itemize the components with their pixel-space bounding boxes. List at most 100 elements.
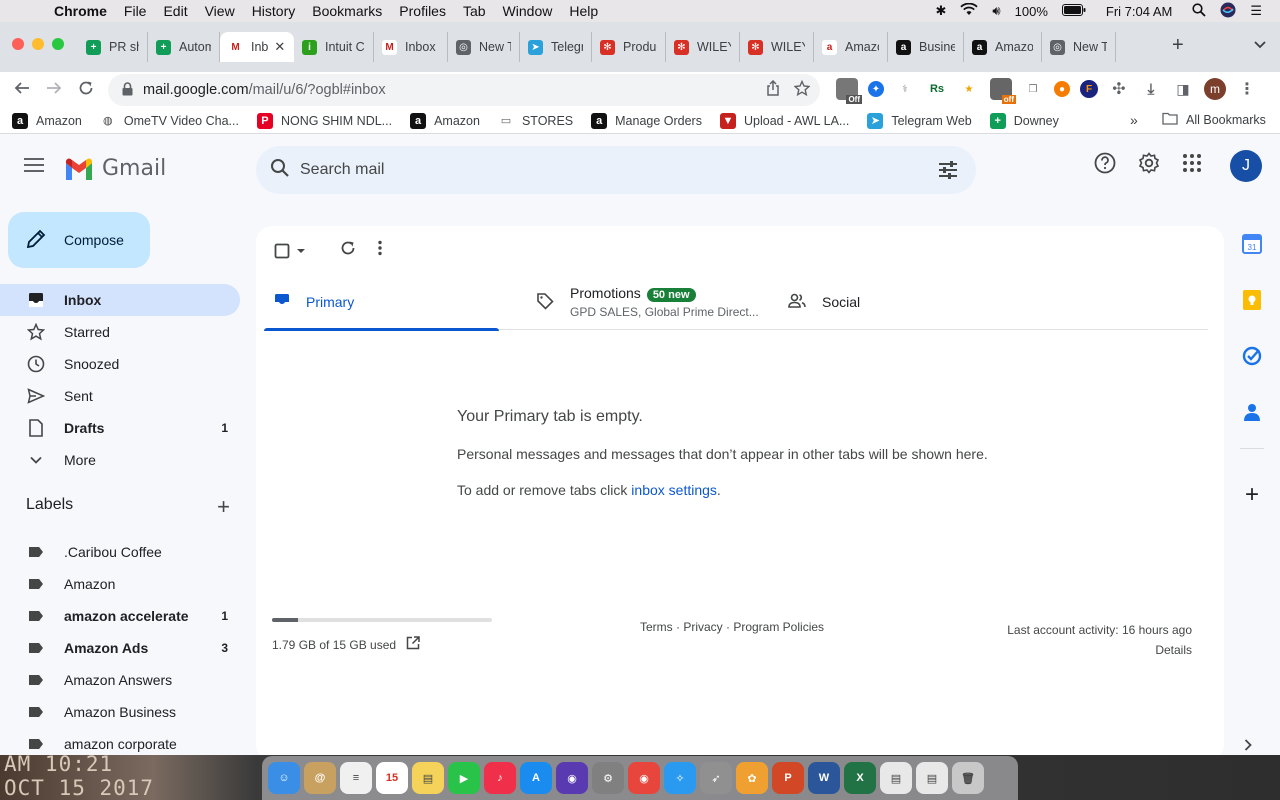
label-item[interactable]: Amazon Ads 3 [0,632,240,664]
external-link-icon[interactable] [406,636,420,653]
menubar-clock[interactable]: Fri 7:04 AM [1106,4,1172,19]
extensions-puzzle-icon[interactable]: ✣ [1108,78,1130,100]
browser-tab[interactable]: ◎ New T [1042,32,1116,62]
chrome-profile-avatar[interactable]: m [1204,78,1226,100]
downloads-icon[interactable]: ⤓ [1140,78,1162,100]
browser-tab[interactable]: + Autom [148,32,220,62]
dock-word-icon[interactable]: W [808,762,840,794]
spotlight-icon[interactable] [1192,2,1206,20]
menu-app-name[interactable]: Chrome [54,3,107,19]
wifi-icon[interactable] [960,2,979,19]
browser-tab[interactable]: a Busine [888,32,964,62]
footer-links[interactable]: Terms · Privacy · Program Policies [640,620,824,634]
browser-tab[interactable]: ✻ WILEY [740,32,814,62]
tab-promotions[interactable]: Promotions 50 new GPD SALES, Global Prime… [526,274,759,330]
chrome-menu-icon[interactable]: ⋮ [1236,78,1258,100]
nav-item-starred[interactable]: Starred [0,316,240,348]
activity-details-link[interactable]: Details [1007,640,1192,660]
dock-excel-icon[interactable]: X [844,762,876,794]
create-label-button[interactable]: + [217,494,230,520]
browser-tab[interactable]: ➤ Telegr [520,32,592,62]
tab-social[interactable]: Social [778,274,860,330]
extension-orange-icon[interactable]: ● [1054,81,1070,97]
browser-tab[interactable]: M Inbox ( [374,32,448,62]
browser-tab[interactable]: ✻ Produc [592,32,666,62]
label-item[interactable]: amazon accelerate 1 [0,600,240,632]
menu-profiles[interactable]: Profiles [399,3,446,19]
main-menu-icon[interactable] [24,158,44,176]
browser-tab[interactable]: a Amazo [814,32,888,62]
account-avatar[interactable]: J [1230,150,1262,182]
dock-contacts-icon[interactable]: @ [304,762,336,794]
zoom-window-button[interactable] [52,38,64,50]
all-bookmarks-button[interactable]: All Bookmarks [1162,112,1266,128]
close-tab-icon[interactable]: ✕ [274,39,285,55]
menu-bookmarks[interactable]: Bookmarks [312,3,382,19]
siri-icon[interactable] [1220,2,1236,21]
dock-document-2-icon[interactable]: ▤ [916,762,948,794]
menu-edit[interactable]: Edit [163,3,187,19]
reload-button[interactable] [70,80,102,101]
menu-view[interactable]: View [205,3,235,19]
dock-siri-icon[interactable]: ◉ [556,762,588,794]
lock-icon[interactable] [122,81,133,99]
bookmark-item[interactable]: a Amazon [410,112,480,129]
inbox-settings-link[interactable]: inbox settings [631,482,717,498]
dock-launchpad-icon[interactable]: ➶ [700,762,732,794]
menu-file[interactable]: File [124,3,147,19]
dock-reminders-icon[interactable]: ≡ [340,762,372,794]
extension-cube-icon[interactable]: ❒ [1022,78,1044,100]
more-options-icon[interactable] [378,240,382,261]
tasks-icon[interactable] [1242,346,1262,366]
refresh-icon[interactable] [340,240,356,261]
side-panel-icon[interactable]: ◨ [1172,78,1194,100]
dock-document-1-icon[interactable]: ▤ [880,762,912,794]
label-item[interactable]: .Caribou Coffee [0,536,240,568]
select-all-checkbox[interactable] [274,243,306,259]
nav-item-snoozed[interactable]: Snoozed [0,348,240,380]
nav-item-more[interactable]: More [0,444,240,476]
address-bar[interactable]: mail.google.com/mail/u/6/?ogbl#inbox [108,74,820,106]
extension-off-2[interactable]: off [990,78,1016,104]
browser-tab[interactable]: i Intuit C [294,32,374,62]
minimize-window-button[interactable] [32,38,44,50]
dock-finder-icon[interactable]: ☺ [268,762,300,794]
dock-facetime-icon[interactable]: ▶ [448,762,480,794]
keep-icon[interactable] [1242,290,1262,310]
back-button[interactable] [6,80,38,101]
calendar-icon[interactable]: 31 [1242,234,1262,254]
extension-scribble-icon[interactable]: ⚕ [894,78,916,100]
forward-button[interactable] [38,80,70,101]
tab-search-icon[interactable] [1254,38,1266,52]
bookmarks-overflow-button[interactable]: » [1130,112,1138,128]
extension-off-1[interactable]: Off [836,78,862,104]
browser-tab[interactable]: a Amazo [964,32,1042,62]
tab-primary[interactable]: Primary [264,274,499,331]
label-item[interactable]: Amazon Business [0,696,240,728]
bookmark-item[interactable]: a Amazon [12,112,82,129]
help-icon[interactable] [1094,152,1116,179]
new-tab-button[interactable]: + [1172,34,1184,57]
browser-tab-active[interactable]: M Inb ✕ [220,32,294,62]
bookmark-star-icon[interactable] [793,79,811,101]
menu-history[interactable]: History [252,3,296,19]
bookmark-item[interactable]: ▼ Upload - AWL LA... [719,112,849,129]
control-center-icon[interactable]: ☰ [1250,3,1262,19]
dock-safari-icon[interactable]: ✧ [664,762,696,794]
bookmark-item[interactable]: ➤ Telegram Web [867,112,972,129]
settings-gear-icon[interactable] [1138,152,1160,179]
dock-chrome-icon[interactable]: ◉ [628,762,660,794]
label-item[interactable]: Amazon Answers [0,664,240,696]
search-input[interactable] [300,161,900,179]
menu-tab[interactable]: Tab [463,3,486,19]
extension-f[interactable]: F [1080,80,1098,98]
contacts-icon[interactable] [1242,402,1262,422]
menu-help[interactable]: Help [569,3,598,19]
extension-star-icon[interactable]: ★ [958,78,980,100]
compose-button[interactable]: Compose [8,212,150,268]
dock-trash-icon[interactable]: 🗑 [952,762,984,794]
search-options-icon[interactable] [938,160,958,185]
nav-item-sent[interactable]: Sent [0,380,240,412]
bookmark-item[interactable]: ◍ OmeTV Video Cha... [100,113,239,129]
bluetooth-icon[interactable]: ✱ [936,3,947,19]
